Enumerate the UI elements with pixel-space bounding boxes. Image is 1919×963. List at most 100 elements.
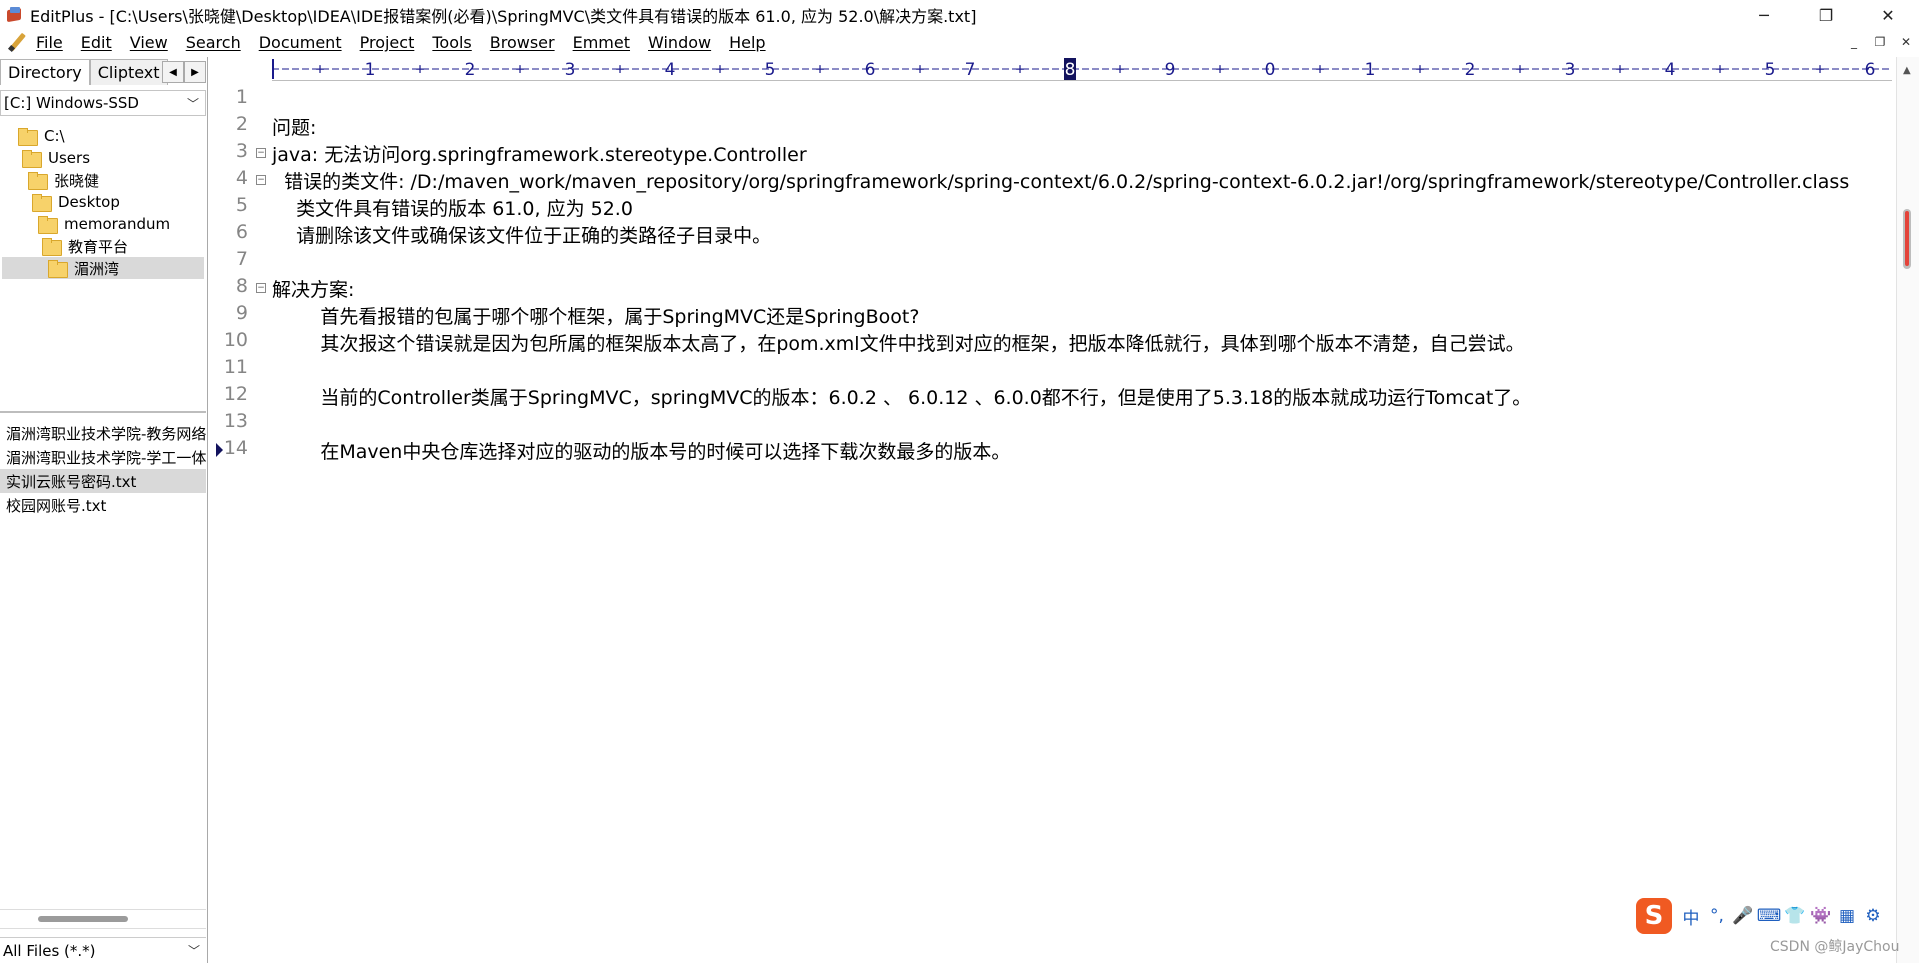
file-filter-select[interactable]: All Files (*.*) ﹀ xyxy=(0,937,206,963)
pencil-icon xyxy=(6,31,28,53)
ruler-label: 9 xyxy=(1165,60,1176,80)
file-item[interactable]: 湄洲湾职业技术学院-教务网络 xyxy=(0,421,206,445)
line-number: 11 xyxy=(223,356,248,378)
ruler-half-tick: + xyxy=(1615,60,1624,78)
ruler-half-tick: + xyxy=(1815,60,1824,78)
ruler-label: 2 xyxy=(465,60,476,80)
menu-help[interactable]: Help xyxy=(729,33,765,52)
menu-bar: File Edit View Search Document Project T… xyxy=(0,30,1919,54)
tree-item-users[interactable]: Users xyxy=(22,147,90,169)
file-item[interactable]: 校园网账号.txt xyxy=(0,493,206,517)
line-number: 5 xyxy=(235,194,248,216)
doc-close-button[interactable]: ✕ xyxy=(1893,30,1919,54)
ruler-half-tick: + xyxy=(1415,60,1424,78)
ime-microphone-icon[interactable]: 🎤 xyxy=(1730,902,1756,930)
minimize-button[interactable]: ─ xyxy=(1733,0,1795,30)
ruler-label: 8 xyxy=(1065,60,1076,80)
close-button[interactable]: ✕ xyxy=(1857,0,1919,30)
code-line[interactable]: 在Maven中央仓库选择对应的驱动的版本号的时候可以选择下载次数最多的版本。 xyxy=(272,437,1010,464)
folder-icon xyxy=(22,150,42,168)
tab-cliptext[interactable]: Cliptext xyxy=(89,59,168,85)
code-line[interactable]: 错误的类文件: /D:/maven_work/maven_repository/… xyxy=(272,167,1849,194)
file-name: 湄洲湾职业技术学院-教务网络 xyxy=(6,424,206,443)
document-window-controls: _ ❐ ✕ xyxy=(1841,30,1919,54)
file-item-selected[interactable]: 实训云账号密码.txt xyxy=(0,469,206,493)
tree-item-label: 湄洲湾 xyxy=(74,259,120,278)
doc-minimize-button[interactable]: _ xyxy=(1841,30,1867,54)
ruler-half-tick: + xyxy=(1715,60,1724,78)
editor-vertical-scrollbar[interactable]: ▲ xyxy=(1896,57,1919,963)
menu-tools[interactable]: Tools xyxy=(432,33,471,52)
chevron-down-icon: ﹀ xyxy=(187,944,200,958)
tree-item-meizhouwan[interactable]: 湄洲湾 xyxy=(2,257,204,279)
ime-punctuation-button[interactable]: °, xyxy=(1704,902,1730,930)
ime-chinese-mode-button[interactable]: 中 xyxy=(1678,902,1704,930)
menu-emmet[interactable]: Emmet xyxy=(573,33,630,52)
tab-scroll-left-button[interactable]: ◀ xyxy=(162,61,184,83)
ruler-label: 1 xyxy=(365,60,376,80)
ruler-label: 5 xyxy=(1765,60,1776,80)
doc-restore-button[interactable]: ❐ xyxy=(1867,30,1893,54)
editplus-app-icon[interactable] xyxy=(6,6,24,24)
code-line[interactable]: 问题: xyxy=(272,113,316,140)
menu-document[interactable]: Document xyxy=(259,33,342,52)
ruler-label: 6 xyxy=(1865,60,1876,80)
tree-item-label: 教育平台 xyxy=(68,237,129,256)
line-number: 8 xyxy=(235,275,248,297)
folder-icon xyxy=(18,128,38,146)
menu-edit[interactable]: Edit xyxy=(81,33,112,52)
maximize-button[interactable]: ❐ xyxy=(1795,0,1857,30)
fold-toggle-icon[interactable]: − xyxy=(256,175,266,185)
code-line[interactable]: 当前的Controller类属于SpringMVC，springMVC的版本：6… xyxy=(272,383,1531,410)
tree-item-c[interactable]: C:\ xyxy=(18,125,65,147)
line-number: 13 xyxy=(223,410,248,432)
directory-tree: C:\ Users 张晓健 Desktop memorandum 教育平台 湄洲… xyxy=(0,119,206,413)
open-folder-icon xyxy=(48,260,68,278)
line-number: 2 xyxy=(235,113,248,135)
ime-settings-icon[interactable]: ⚙ xyxy=(1860,902,1886,930)
ruler-label: 7 xyxy=(965,60,976,80)
tab-directory[interactable]: Directory xyxy=(0,59,90,85)
folder-icon xyxy=(42,238,62,256)
text-editor[interactable]: 1 2 问题: 3− java: 无法访问org.springframework.ste… xyxy=(210,82,1894,963)
ime-toolbar: S 中 °, 🎤 ⌨ 👕 👾 ▦ ⚙ xyxy=(1636,898,1918,934)
tree-item-desktop[interactable]: Desktop xyxy=(32,191,120,213)
code-line[interactable]: 类文件具有错误的版本 61.0, 应为 52.0 xyxy=(272,194,633,221)
code-line[interactable]: java: 无法访问org.springframework.stereotype… xyxy=(272,140,807,167)
tree-item-memorandum[interactable]: memorandum xyxy=(38,213,170,235)
folder-icon xyxy=(32,194,52,212)
code-line[interactable]: 首先看报错的包属于哪个哪个框架，属于SpringMVC还是SpringBoot? xyxy=(272,302,919,329)
ime-game-icon[interactable]: 👾 xyxy=(1808,902,1834,930)
fold-toggle-icon[interactable]: − xyxy=(256,148,266,158)
ruler-half-tick: + xyxy=(1115,60,1124,78)
scrollbar-thumb[interactable] xyxy=(38,916,128,922)
scroll-up-arrow-icon[interactable]: ▲ xyxy=(1903,65,1911,76)
ruler-half-tick: + xyxy=(315,60,324,78)
ruler-half-tick: + xyxy=(1515,60,1524,78)
ime-skin-icon[interactable]: 👕 xyxy=(1782,902,1808,930)
chevron-down-icon: ﹀ xyxy=(186,96,199,111)
tree-item-user-folder[interactable]: 张晓健 xyxy=(28,169,99,191)
line-number: 3 xyxy=(235,140,248,162)
menu-search[interactable]: Search xyxy=(186,33,241,52)
code-line[interactable]: 请删除该文件或确保该文件位于正确的类路径子目录中。 xyxy=(272,221,771,248)
tab-scroll-arrows: ◀ ▶ xyxy=(162,61,206,83)
tab-scroll-right-button[interactable]: ▶ xyxy=(184,61,206,83)
sogou-ime-logo-icon[interactable]: S xyxy=(1636,898,1672,934)
tree-item-education-platform[interactable]: 教育平台 xyxy=(42,235,128,257)
menu-file[interactable]: File xyxy=(36,33,63,52)
ruler-half-tick: + xyxy=(1015,60,1024,78)
menu-view[interactable]: View xyxy=(130,33,168,52)
file-list-horizontal-scrollbar[interactable] xyxy=(0,909,206,929)
file-item[interactable]: 湄洲湾职业技术学院-学工一体 xyxy=(0,445,206,469)
code-line[interactable]: 其次报这个错误就是因为包所属的框架版本太高了，在pom.xml文件中找到对应的框… xyxy=(272,329,1524,356)
menu-browser[interactable]: Browser xyxy=(490,33,555,52)
menu-project[interactable]: Project xyxy=(360,33,415,52)
code-line[interactable]: 解决方案: xyxy=(272,275,354,302)
menu-window[interactable]: Window xyxy=(648,33,711,52)
ime-grid-icon[interactable]: ▦ xyxy=(1834,902,1860,930)
csdn-watermark: CSDN @鲸JayChou xyxy=(1770,939,1900,955)
fold-toggle-icon[interactable]: − xyxy=(256,283,266,293)
drive-select[interactable]: [C:] Windows-SSD ﹀ xyxy=(0,90,206,116)
ime-keyboard-icon[interactable]: ⌨ xyxy=(1756,902,1782,930)
